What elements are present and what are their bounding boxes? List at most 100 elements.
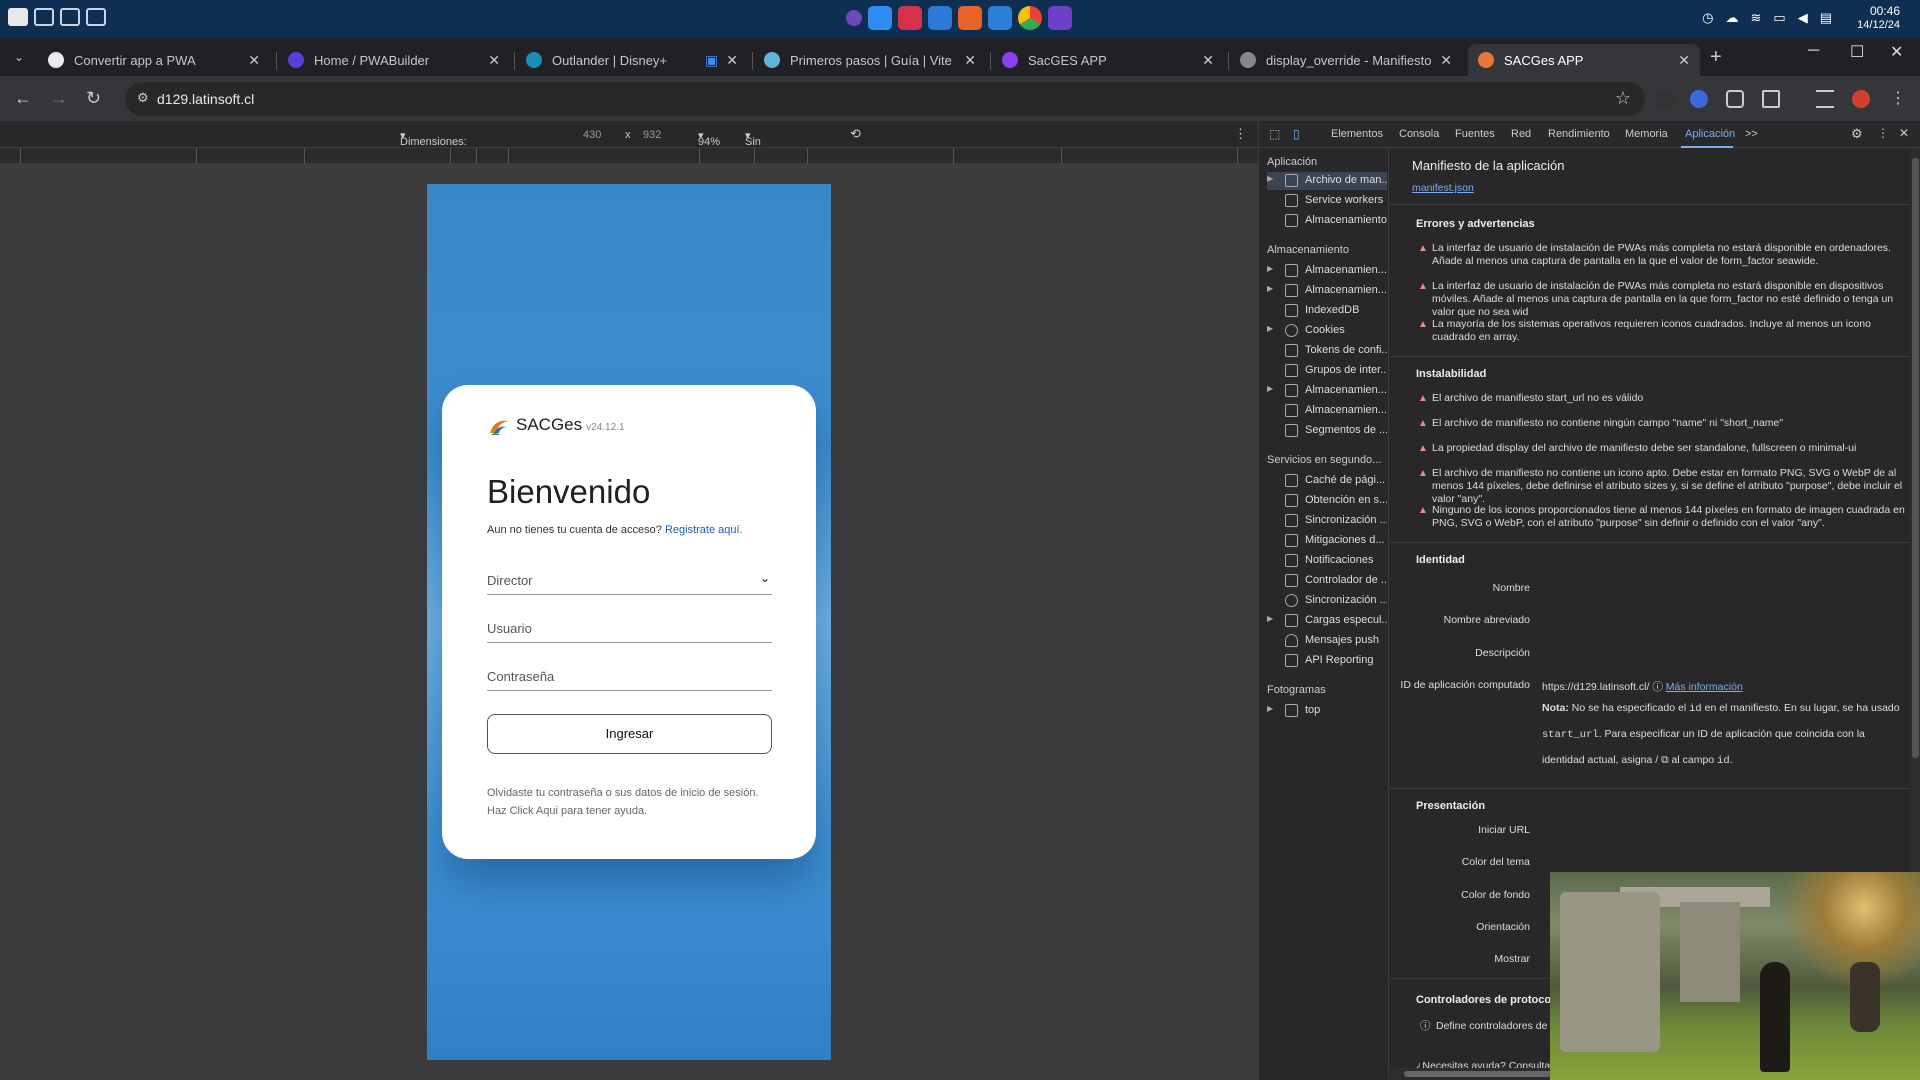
- panel-tab-elements[interactable]: Elementos: [1331, 128, 1383, 140]
- expand-triangle-icon[interactable]: ▶: [1267, 324, 1273, 333]
- sidebar-item-shared-storage[interactable]: ▶ Almacenamien...: [1267, 382, 1387, 400]
- sidebar-item-cookies[interactable]: ▶ Cookies: [1267, 322, 1387, 340]
- sidebar-item-session-storage[interactable]: ▶ Almacenamien...: [1267, 282, 1387, 300]
- virtual-desktop-icon[interactable]: [86, 8, 106, 26]
- sidebar-item-background-fetch[interactable]: Obtención en s...: [1267, 492, 1387, 510]
- throttle-select[interactable]: Sin limitaciones ▾: [745, 129, 802, 160]
- tab-search-chevron-icon[interactable]: ⌄: [14, 50, 24, 64]
- terminal-icon[interactable]: [898, 6, 922, 30]
- sidebar-item-storage-buckets[interactable]: Segmentos de ...: [1267, 422, 1387, 440]
- app-launcher-icon[interactable]: [846, 10, 862, 26]
- virtual-desktop-icon[interactable]: [34, 8, 54, 26]
- device-toggle-icon[interactable]: ▯: [1293, 127, 1300, 141]
- office-icon[interactable]: [958, 6, 982, 30]
- more-info-link[interactable]: Más información: [1666, 681, 1743, 693]
- clock-tray-icon[interactable]: ◷: [1702, 10, 1713, 26]
- tab-close-icon[interactable]: ✕: [1440, 52, 1452, 69]
- more-panels-icon[interactable]: >>: [1745, 128, 1758, 140]
- extensions-puzzle-icon[interactable]: [1762, 90, 1780, 108]
- vscode-icon[interactable]: [988, 6, 1012, 30]
- panel-tab-network[interactable]: Red: [1511, 128, 1531, 140]
- extension-icon[interactable]: [1656, 90, 1674, 108]
- react-devtools-icon[interactable]: [1690, 90, 1708, 108]
- cloud-icon[interactable]: ☁: [1726, 10, 1739, 26]
- devtools-close-icon[interactable]: ✕: [1899, 126, 1909, 140]
- tab-item-active[interactable]: SACGes APP ✕: [1468, 44, 1700, 76]
- forward-arrow-icon[interactable]: →: [50, 88, 68, 109]
- picture-in-picture-video[interactable]: [1550, 872, 1920, 1080]
- expand-triangle-icon[interactable]: ▶: [1267, 384, 1273, 393]
- sidebar-item-speculative-loads[interactable]: ▶ Cargas especul...: [1267, 612, 1387, 630]
- scroll-thumb[interactable]: [1912, 158, 1919, 758]
- site-info-icon[interactable]: ⚙: [137, 90, 149, 106]
- tab-item[interactable]: SacGES APP ✕: [992, 44, 1224, 76]
- picture-in-picture-icon[interactable]: ▣: [705, 52, 718, 69]
- address-bar[interactable]: ⚙ d129.latinsoft.cl ☆: [125, 82, 1645, 116]
- panel-tab-performance[interactable]: Rendimiento: [1548, 128, 1610, 140]
- sidebar-item-bounce-tracking[interactable]: Mitigaciones d...: [1267, 532, 1387, 550]
- scroll-thumb[interactable]: [1404, 1071, 1564, 1077]
- minimize-icon[interactable]: ─: [1808, 42, 1819, 60]
- sidebar-item-trust-tokens[interactable]: Tokens de confi...: [1267, 342, 1387, 360]
- sidebar-item-interest-groups[interactable]: Grupos de inter...: [1267, 362, 1387, 380]
- devtools-menu-icon[interactable]: ⋮: [1877, 126, 1889, 140]
- virtual-desktop-icon[interactable]: [60, 8, 80, 26]
- sidebar-item-frame-top[interactable]: ▶ top: [1267, 702, 1387, 720]
- back-arrow-icon[interactable]: ←: [14, 88, 32, 109]
- devtools-settings-gear-icon[interactable]: ⚙: [1851, 126, 1863, 142]
- windows-apps-icon[interactable]: [928, 6, 952, 30]
- rotate-icon[interactable]: ⟲: [850, 126, 861, 142]
- maximize-icon[interactable]: ☐: [1850, 42, 1864, 62]
- inspect-element-icon[interactable]: ⬚: [1269, 127, 1280, 141]
- bookmark-star-icon[interactable]: ☆: [1615, 88, 1631, 109]
- taskbar-clock[interactable]: 00:46 14/12/24: [1857, 5, 1900, 32]
- tab-item[interactable]: Outlander | Disney+ ▣ ✕: [516, 44, 748, 76]
- sidebar-item-manifest[interactable]: ▶ Archivo de man...: [1267, 172, 1387, 190]
- sidebar-item-reporting-api[interactable]: API Reporting: [1267, 652, 1387, 670]
- tab-close-icon[interactable]: ✕: [248, 52, 260, 69]
- sidebar-item-background-sync[interactable]: Sincronización ...: [1267, 512, 1387, 530]
- login-button[interactable]: Ingresar: [487, 714, 772, 754]
- volume-icon[interactable]: ◀: [1798, 10, 1808, 26]
- device-toolbar-menu-icon[interactable]: ⋮: [1234, 126, 1247, 142]
- tab-item[interactable]: Primeros pasos | Guía | Vite P ✕: [754, 44, 986, 76]
- new-tab-plus-icon[interactable]: +: [1710, 46, 1722, 69]
- browser-menu-icon[interactable]: ⋮: [1890, 88, 1906, 108]
- github-icon[interactable]: [1048, 6, 1072, 30]
- wifi-icon[interactable]: ≋: [1751, 10, 1762, 26]
- width-input[interactable]: 430: [583, 129, 601, 141]
- sidebar-item-payment-handler[interactable]: Controlador de ...: [1267, 572, 1387, 590]
- tab-close-icon[interactable]: ✕: [1678, 52, 1690, 69]
- zoom-select[interactable]: 94% ▾: [698, 129, 720, 148]
- copy-icon[interactable]: ⧉: [1661, 754, 1669, 766]
- start-menu-icon[interactable]: [8, 8, 28, 26]
- reload-icon[interactable]: ↻: [86, 88, 101, 109]
- sidebar-item-storage[interactable]: Almacenamiento: [1267, 212, 1387, 230]
- expand-triangle-icon[interactable]: ▶: [1267, 704, 1273, 713]
- tab-cast-icon[interactable]: [1726, 90, 1744, 108]
- username-input[interactable]: Usuario: [487, 617, 772, 643]
- sidebar-item-bfcache[interactable]: Caché de pági...: [1267, 472, 1387, 490]
- help-circle-icon[interactable]: ⓘ: [1652, 681, 1663, 693]
- height-input[interactable]: 932: [643, 129, 661, 141]
- tab-close-icon[interactable]: ✕: [1202, 52, 1214, 69]
- tab-item[interactable]: Home / PWABuilder ✕: [278, 44, 510, 76]
- sidebar-item-periodic-sync[interactable]: Sincronización ...: [1267, 592, 1387, 610]
- expand-triangle-icon[interactable]: ▶: [1267, 284, 1273, 293]
- sidebar-item-indexeddb[interactable]: IndexedDB: [1267, 302, 1387, 320]
- password-input[interactable]: Contraseña: [487, 665, 772, 691]
- tab-close-icon[interactable]: ✕: [964, 52, 976, 69]
- tab-close-icon[interactable]: ✕: [488, 52, 500, 69]
- panel-tab-sources[interactable]: Fuentes: [1455, 128, 1495, 140]
- chrome-icon[interactable]: [1018, 6, 1042, 30]
- device-select[interactable]: Dimensiones: iPhone 14 Pro Max ▾: [400, 129, 467, 172]
- app-store-icon[interactable]: [868, 6, 892, 30]
- tab-item[interactable]: display_override - Manifiesto ✕: [1230, 44, 1462, 76]
- expand-triangle-icon[interactable]: ▶: [1267, 264, 1273, 273]
- tab-item[interactable]: Convertir app a PWA ✕: [38, 44, 270, 76]
- sidebar-item-push-messaging[interactable]: Mensajes push: [1267, 632, 1387, 650]
- sidebar-item-cache-storage[interactable]: Almacenamien...: [1267, 402, 1387, 420]
- sidebar-item-service-workers[interactable]: Service workers: [1267, 192, 1387, 210]
- tab-close-icon[interactable]: ✕: [726, 52, 738, 69]
- expand-triangle-icon[interactable]: ▶: [1267, 174, 1273, 183]
